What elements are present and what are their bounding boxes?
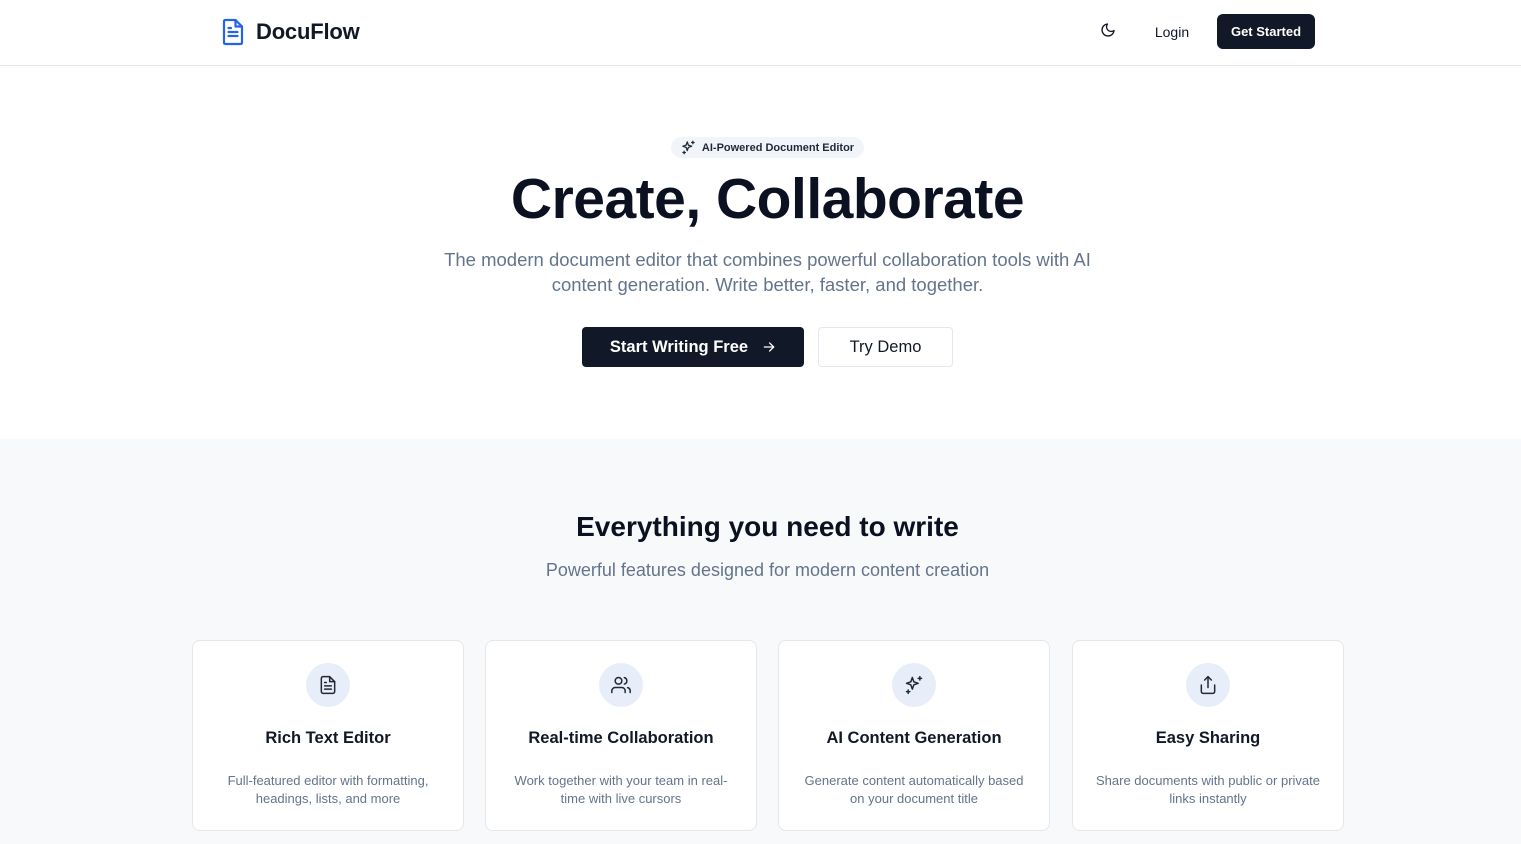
feature-description: Share documents with public or private l… [1095,773,1320,806]
feature-card-collaboration: Real-time Collaboration Work together wi… [485,640,757,831]
try-demo-button[interactable]: Try Demo [818,327,953,367]
start-writing-label: Start Writing Free [609,337,749,356]
badge-label: AI-Powered Document Editor [701,141,855,154]
feature-title: Easy Sharing [1155,729,1261,747]
sparkles-icon [681,140,696,155]
feature-card-rich-text: Rich Text Editor Full-featured editor wi… [192,640,464,831]
feature-card-ai: AI Content Generation Generate content a… [778,640,1050,831]
users-icon [611,675,631,695]
features-title: Everything you need to write [576,511,959,542]
moon-icon [1100,22,1116,43]
brand-logo[interactable]: DocuFlow [220,17,360,47]
hero-title: Create, Collaborate [510,167,1025,231]
login-button[interactable]: Login [1143,14,1201,49]
share-icon [1198,675,1218,695]
site-header: DocuFlow Login Get Started [0,0,1521,66]
brand-name: DocuFlow [256,19,360,44]
document-icon [220,17,246,47]
features-subtitle: Powerful features designed for modern co… [545,560,990,580]
start-writing-button[interactable]: Start Writing Free [582,327,804,367]
feature-title: Rich Text Editor [265,729,391,747]
hero-subtitle: The modern document editor that combines… [444,249,1091,295]
feature-card-sharing: Easy Sharing Share documents with public… [1072,640,1344,831]
get-started-button[interactable]: Get Started [1217,14,1315,49]
ai-badge: AI-Powered Document Editor [671,137,864,158]
feature-description: Work together with your team in real-tim… [514,773,728,806]
features-section: Everything you need to write Powerful fe… [0,439,1521,844]
feature-title: Real-time Collaboration [528,729,714,747]
feature-description: Generate content automatically based on … [804,773,1024,806]
theme-toggle-button[interactable] [1094,18,1122,46]
document-icon [318,675,338,695]
feature-description: Full-featured editor with formatting, he… [227,773,429,806]
sparkles-icon [904,675,924,695]
arrow-right-icon [762,340,776,354]
feature-title: AI Content Generation [826,729,1002,747]
